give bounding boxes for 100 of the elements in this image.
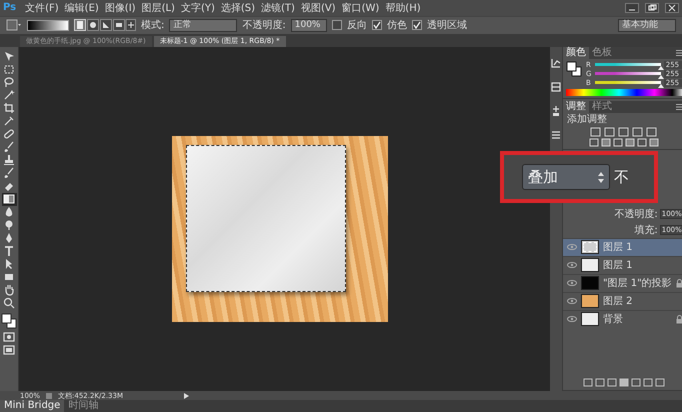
layer-name: 背景	[603, 312, 624, 326]
eye-icon[interactable]	[567, 262, 577, 268]
color-swatches-icon[interactable]	[566, 60, 582, 77]
checkbox[interactable]	[372, 20, 382, 30]
mode-dropdown[interactable]: 正常	[169, 18, 238, 32]
opacity-label: 不透明度:	[242, 18, 286, 32]
gradient-picker[interactable]	[27, 20, 69, 31]
layer-thumbnail	[581, 258, 599, 272]
wand-icon	[3, 89, 15, 102]
eye-icon[interactable]	[567, 316, 577, 322]
opacity-label: 不	[614, 168, 629, 186]
opacity-label: 不透明度:	[614, 208, 658, 221]
menu-item[interactable]: 文字(Y)	[180, 0, 216, 15]
adjustment-icons-drawing[interactable]	[588, 126, 661, 147]
layer-row[interactable]: "图层 1"的投影	[563, 274, 682, 292]
tool-button[interactable]	[2, 102, 16, 115]
layer-row[interactable]: 图层 1	[563, 256, 682, 274]
tool-button[interactable]	[2, 140, 16, 154]
gradient-tool-icon[interactable]	[6, 19, 22, 32]
checkbox-label: 反向	[346, 19, 367, 32]
tool-button[interactable]	[2, 192, 16, 206]
restore-icon[interactable]	[645, 2, 659, 13]
mode-label: 模式:	[141, 18, 164, 32]
menu-item[interactable]: 窗口(W)	[340, 0, 380, 15]
tool-button[interactable]	[2, 296, 16, 310]
menu-item[interactable]: 帮助(H)	[384, 0, 422, 15]
layer-name: 图层 2	[603, 295, 634, 308]
arrow-cursor-icon	[3, 258, 15, 270]
lines-icon[interactable]	[550, 128, 562, 141]
panel-icon[interactable]	[550, 80, 562, 93]
layer-thumbnail	[581, 294, 599, 308]
menu-icon[interactable]	[676, 50, 682, 56]
quick-mask-icon[interactable]	[3, 332, 15, 342]
bandage-icon	[3, 128, 15, 140]
panel-tab[interactable]: 时间轴	[64, 400, 102, 412]
menu-item[interactable]: 滤镜(T)	[260, 0, 296, 15]
panel-tab[interactable]: 色板	[589, 46, 615, 59]
stamp-icon	[3, 154, 15, 166]
tool-button[interactable]	[2, 154, 16, 167]
tool-button[interactable]	[2, 62, 16, 76]
close-icon[interactable]	[665, 2, 679, 13]
checkbox[interactable]	[412, 20, 422, 30]
checkbox-label: 透明区域	[426, 18, 467, 32]
chart-icon[interactable]	[550, 56, 562, 69]
screen-mode-icon[interactable]	[3, 344, 15, 355]
play-icon[interactable]	[184, 392, 190, 398]
menu-item[interactable]: 图像(I)	[104, 0, 137, 15]
fill-label: 填充:	[634, 224, 658, 237]
zoom-icon	[3, 297, 15, 310]
layer-name: "图层 1"的投影	[603, 276, 672, 290]
color-swatches-icon[interactable]	[1, 312, 17, 329]
panel-tab[interactable]: 颜色	[563, 46, 589, 59]
eraser-icon	[3, 180, 15, 192]
brush-icon	[3, 141, 15, 154]
lasso-icon	[3, 76, 15, 88]
app-logo: Ps	[3, 2, 16, 14]
menu-item[interactable]: 选择(S)	[220, 0, 256, 15]
brush-icon	[3, 167, 15, 180]
marquee-icon	[3, 63, 15, 76]
status-button[interactable]	[46, 392, 52, 398]
blend-mode-dropdown[interactable]: 叠加	[522, 164, 610, 190]
eye-icon[interactable]	[567, 298, 577, 304]
crop-icon	[3, 102, 15, 114]
eye-icon[interactable]	[567, 280, 577, 286]
eyedropper-icon	[3, 115, 15, 128]
pen-icon	[3, 232, 15, 244]
layer-row[interactable]: 背景	[563, 310, 682, 328]
layer-thumbnail	[581, 240, 599, 254]
updown-caret-icon	[598, 172, 604, 182]
gradient-icon	[3, 193, 15, 206]
layer-row[interactable]: 图层 1	[563, 238, 682, 256]
layer-thumbnail	[581, 276, 599, 290]
menu-item[interactable]: 编辑(E)	[64, 0, 100, 15]
layer-name: 图层 1	[603, 259, 634, 272]
cursor-icon	[3, 50, 15, 62]
panel-heading: 添加调整	[566, 112, 608, 127]
tool-button[interactable]	[2, 76, 16, 89]
panel-tab[interactable]: 调整	[563, 100, 589, 113]
workspace-dropdown[interactable]: 基本功能	[618, 18, 676, 32]
layer-name: 图层 1	[603, 241, 634, 254]
menu-item[interactable]: 视图(V)	[300, 0, 337, 15]
color-spectrum-bar[interactable]	[566, 88, 682, 96]
minimize-icon[interactable]	[625, 2, 639, 13]
dodge-icon	[3, 219, 15, 232]
checkbox[interactable]	[332, 20, 342, 30]
checkbox-label: 仿色	[386, 19, 407, 32]
menu-icon[interactable]	[676, 104, 682, 110]
tool-button[interactable]	[2, 128, 16, 141]
type-icon	[3, 245, 15, 258]
tool-button[interactable]	[2, 166, 16, 180]
layer-thumbnail	[581, 312, 599, 326]
menu-item[interactable]: 图层(L)	[140, 0, 176, 15]
drop-icon	[3, 206, 15, 218]
menu-item[interactable]: 文件(F)	[24, 0, 60, 15]
opacity-field[interactable]: 100%	[290, 18, 327, 32]
layer-row[interactable]: 图层 2	[563, 292, 682, 310]
panel-tab[interactable]: Mini Bridge	[0, 400, 64, 412]
gradient-type-icons-drawing[interactable]	[74, 19, 136, 32]
layer-action-icons-drawing[interactable]	[582, 378, 667, 387]
panel-tab[interactable]: 样式	[589, 100, 615, 113]
